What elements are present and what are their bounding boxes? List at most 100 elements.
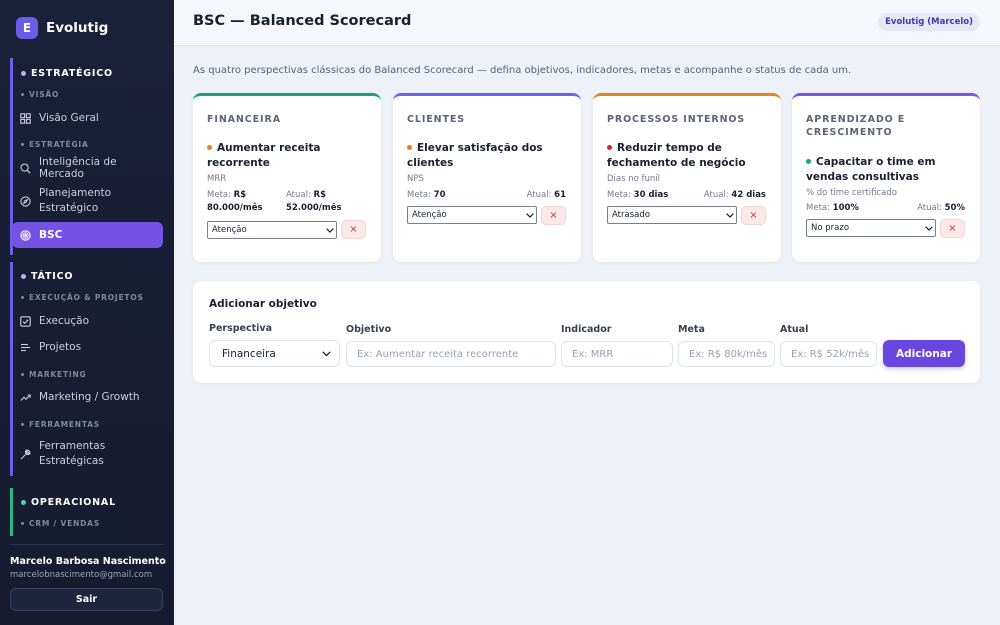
card-title: APRENDIZADO E CRESCIMENTO <box>806 114 906 138</box>
label-objetivo: Objetivo <box>346 324 392 335</box>
sidebar-item-projetos[interactable]: Projetos <box>12 336 163 358</box>
status-select[interactable]: Atenção <box>207 221 337 239</box>
sub-ferramentas: FERRAMENTAS <box>21 420 100 429</box>
card-aprendizado-crescimento: APRENDIZADO E CRESCIMENTO Capacitar o ti… <box>792 93 980 262</box>
sub-visao: VISÃO <box>21 90 59 99</box>
delete-button[interactable]: × <box>341 220 366 239</box>
objective-title: Aumentar receita recorrente <box>207 142 321 169</box>
chevron-down-icon <box>324 227 336 233</box>
sub-marketing: MARKETING <box>21 370 87 379</box>
search-icon <box>20 162 31 174</box>
card-clientes: CLIENTES Elevar satisfação dos clientes … <box>393 93 581 262</box>
atual-input[interactable]: Ex: R$ 52k/mês <box>780 341 877 367</box>
page-title: BSC — Balanced Scorecard <box>193 13 412 29</box>
card-title: CLIENTES <box>407 114 466 125</box>
logout-button[interactable]: Sair <box>10 588 163 611</box>
objective-title: Reduzir tempo de fechamento de negócio <box>607 142 746 169</box>
meta-value: Meta: 30 dias <box>607 190 669 200</box>
page-description: As quatro perspectivas clássicas do Bala… <box>193 65 852 76</box>
status-select[interactable]: Atrasado <box>607 206 737 224</box>
sidebar-item-planejamento[interactable]: Planejamento Estratégico <box>12 184 163 218</box>
section-bar-operacional <box>10 488 13 536</box>
sidebar-item-bsc[interactable]: BSC <box>12 222 163 248</box>
sub-estrategia: ESTRATÉGIA <box>21 140 89 149</box>
grid-icon <box>20 112 31 124</box>
meta-value: Meta: 70 <box>407 190 446 200</box>
atual-value: Atual: R$ 52.000/mês <box>286 190 342 213</box>
indicador-input[interactable]: Ex: MRR <box>561 341 673 367</box>
sub-execucao-projetos: EXECUÇÃO & PROJETOS <box>21 293 144 302</box>
header: BSC — Balanced Scorecard Evolutig (Marce… <box>174 0 1000 46</box>
objective-title: Elevar satisfação dos clientes <box>407 142 543 169</box>
status-dot-icon <box>407 144 412 150</box>
trend-icon <box>20 392 31 403</box>
user-badge[interactable]: Evolutig (Marcelo) <box>878 13 980 31</box>
delete-button[interactable]: × <box>940 219 965 238</box>
atual-value: Atual: 42 dias <box>703 190 766 200</box>
sidebar-item-execucao[interactable]: Execução <box>12 310 163 332</box>
meta-value: Meta: 100% <box>806 203 859 213</box>
sub-crm-vendas: CRM / VENDAS <box>21 519 100 528</box>
card-processos-internos: PROCESSOS INTERNOS Reduzir tempo de fech… <box>593 93 781 262</box>
sidebar-item-label: BSC <box>39 229 63 241</box>
chevron-down-icon <box>524 212 536 218</box>
target-icon <box>20 229 31 241</box>
indicator: MRR <box>207 174 227 184</box>
chevron-down-icon <box>923 225 935 231</box>
add-button[interactable]: Adicionar <box>883 340 965 367</box>
atual-value: Atual: 61 <box>526 190 566 200</box>
atual-value: Atual: 50% <box>917 203 965 213</box>
sidebar-item-label: Marketing / Growth <box>39 391 140 403</box>
perspectiva-select[interactable]: Financeira <box>209 340 340 367</box>
chevron-down-icon <box>322 348 331 360</box>
form-title: Adicionar objetivo <box>209 298 317 310</box>
section-tatico: TÁTICO <box>21 271 73 282</box>
meta-input[interactable]: Ex: R$ 80k/mês <box>678 341 775 367</box>
sidebar-item-ferramentas[interactable]: Ferramentas Estratégicas <box>12 437 163 471</box>
sidebar-item-label: Execução <box>39 315 90 327</box>
user-name: Marcelo Barbosa Nascimento <box>10 556 166 567</box>
checkbox-icon <box>20 315 31 327</box>
card-title: PROCESSOS INTERNOS <box>607 114 746 125</box>
sidebar: E Evolutig ESTRATÉGICO VISÃO Visão Geral… <box>0 0 174 625</box>
delete-button[interactable]: × <box>741 206 766 225</box>
sidebar-item-label: Inteligência de Mercado <box>39 156 117 180</box>
meta-value: Meta: R$ 80.000/mês <box>207 190 263 213</box>
label-indicador: Indicador <box>561 324 612 335</box>
label-perspectiva: Perspectiva <box>209 323 273 334</box>
indicator: % do time certificado <box>806 188 897 198</box>
divider <box>10 544 163 545</box>
add-objective-form: Adicionar objetivo Perspectiva Objetivo … <box>193 281 980 383</box>
label-meta: Meta <box>678 324 705 335</box>
indicator: Dias no funil <box>607 174 661 184</box>
status-select[interactable]: No prazo <box>806 219 936 237</box>
objetivo-input[interactable]: Ex: Aumentar receita recorrente <box>346 341 556 367</box>
indicator: NPS <box>407 174 424 184</box>
sidebar-item-visao-geral[interactable]: Visão Geral <box>12 107 163 129</box>
status-select[interactable]: Atenção <box>407 206 537 224</box>
sidebar-item-label: Projetos <box>39 341 82 353</box>
wrench-icon <box>20 448 31 460</box>
status-dot-icon <box>207 144 212 150</box>
objective-title: Capacitar o time em vendas consultivas <box>806 156 936 183</box>
section-operacional: OPERACIONAL <box>21 497 116 508</box>
brand-logo: E <box>16 17 38 39</box>
delete-button[interactable]: × <box>541 206 566 225</box>
compass-icon <box>20 195 31 207</box>
label-atual: Atual <box>780 324 809 335</box>
status-dot-icon <box>607 144 612 150</box>
sidebar-item-label: Visão Geral <box>39 112 99 124</box>
sidebar-item-inteligencia[interactable]: Inteligência de Mercado <box>12 156 163 180</box>
section-estrategico: ESTRATÉGICO <box>21 68 113 79</box>
sidebar-item-label: Planejamento Estratégico <box>39 187 112 214</box>
brand-name: Evolutig <box>46 20 109 36</box>
user-email: marcelobnascimento@gmail.com <box>10 570 153 580</box>
status-dot-icon <box>806 158 811 164</box>
brand[interactable]: E Evolutig <box>16 17 108 39</box>
sidebar-item-marketing[interactable]: Marketing / Growth <box>12 386 163 408</box>
chevron-down-icon <box>724 212 736 218</box>
card-title: FINANCEIRA <box>207 114 281 125</box>
list-icon <box>20 342 31 353</box>
card-financeira: FINANCEIRA Aumentar receita recorrente M… <box>193 93 381 262</box>
sidebar-item-label: Ferramentas Estratégicas <box>39 440 106 467</box>
